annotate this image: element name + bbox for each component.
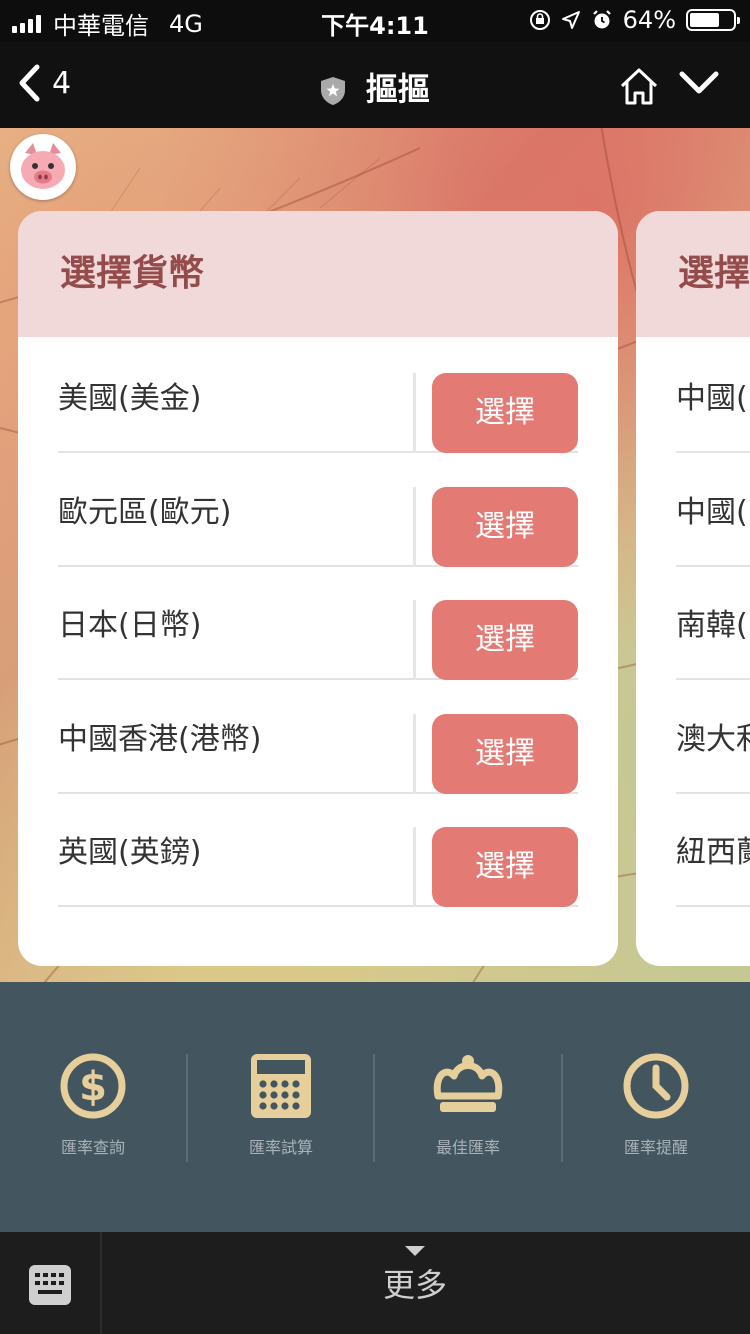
currency-name: 中國( xyxy=(676,495,748,530)
currency-row: 英國(英鎊) 選擇 xyxy=(58,791,578,907)
currency-name: 日本(日幣) xyxy=(58,608,202,643)
select-button[interactable]: 選擇 xyxy=(432,487,578,567)
select-button[interactable]: 選擇 xyxy=(432,827,578,907)
currency-row: 美國(美金) 選擇 xyxy=(58,337,578,453)
currency-row: 澳大利 xyxy=(676,678,750,794)
next-currency-card[interactable]: 選擇 中國( 中國( 南韓( 澳大利 紐西蘭 xyxy=(636,211,750,966)
calculator-icon xyxy=(251,1054,311,1118)
nav-bar: 4 摳摳 xyxy=(0,42,750,128)
currency-name: 英國(英鎊) xyxy=(58,835,202,870)
shield-star-icon xyxy=(321,77,346,105)
tab-rate-calc[interactable]: 匯率試算 xyxy=(188,1042,374,1158)
location-icon xyxy=(561,11,580,29)
tab-label: 最佳匯率 xyxy=(435,1138,500,1157)
tab-label: 匯率提醒 xyxy=(623,1138,688,1157)
currency-row: 中國( xyxy=(676,337,750,453)
home-icon[interactable] xyxy=(618,66,660,106)
divider xyxy=(413,373,416,453)
more-menu-button[interactable]: 更多 xyxy=(0,1246,750,1306)
currency-name: 中國香港(港幣) xyxy=(58,722,262,757)
currency-name: 美國(美金) xyxy=(58,381,202,416)
select-button[interactable]: 選擇 xyxy=(432,600,578,680)
divider xyxy=(413,487,416,567)
dollar-icon: $ xyxy=(60,1053,126,1119)
divider xyxy=(413,827,416,907)
more-label: 更多 xyxy=(382,1266,447,1304)
select-button[interactable]: 選擇 xyxy=(432,714,578,794)
svg-text:$: $ xyxy=(79,1064,107,1110)
avatar[interactable] xyxy=(10,134,76,200)
divider xyxy=(413,600,416,680)
status-bar: 中華電信 4G 下午4:11 64% xyxy=(0,0,750,42)
select-button[interactable]: 選擇 xyxy=(432,373,578,453)
caret-down-icon xyxy=(405,1246,425,1256)
rotation-lock-icon xyxy=(529,10,550,30)
currency-row: 日本(日幣) 選擇 xyxy=(58,564,578,680)
currency-name: 歐元區(歐元) xyxy=(58,495,232,530)
currency-row: 中國香港(港幣) 選擇 xyxy=(58,678,578,794)
currency-name: 紐西蘭 xyxy=(676,835,750,870)
tab-best-rate[interactable]: 最佳匯率 xyxy=(375,1042,561,1158)
currency-row: 紐西蘭 xyxy=(676,791,750,907)
bottom-bar: 更多 xyxy=(0,1232,750,1334)
crown-icon xyxy=(433,1055,503,1112)
alarm-icon xyxy=(592,10,611,29)
currency-row: 南韓( xyxy=(676,564,750,680)
content-area: 選擇貨幣 美國(美金) 選擇 歐元區(歐元) 選擇 日本(日幣) 選擇 中國香港… xyxy=(0,128,750,982)
currency-name: 南韓( xyxy=(676,608,748,643)
clock-icon xyxy=(623,1053,689,1119)
tab-label: 匯率試算 xyxy=(248,1138,313,1157)
battery-icon xyxy=(686,9,740,31)
tab-rate-query[interactable]: $ 匯率查詢 xyxy=(0,1042,186,1158)
divider xyxy=(413,714,416,794)
currency-name: 中國( xyxy=(676,381,748,416)
tab-rate-alert[interactable]: 匯率提醒 xyxy=(563,1042,749,1158)
title-text: 摳摳 xyxy=(365,70,430,108)
currency-name: 澳大利 xyxy=(676,722,750,757)
card-header: 選擇 xyxy=(636,211,750,337)
chevron-down-icon[interactable] xyxy=(678,68,720,98)
battery-percent: 64% xyxy=(622,6,676,34)
currency-row: 中國( xyxy=(676,451,750,567)
tab-label: 匯率查詢 xyxy=(60,1138,125,1157)
pig-icon xyxy=(21,143,65,189)
currency-card: 選擇貨幣 美國(美金) 選擇 歐元區(歐元) 選擇 日本(日幣) 選擇 中國香港… xyxy=(18,211,618,966)
card-header: 選擇貨幣 xyxy=(18,211,618,337)
tab-bar: $ 匯率查詢 匯率試算 最佳匯率 匯率提醒 xyxy=(0,982,750,1232)
currency-row: 歐元區(歐元) 選擇 xyxy=(58,451,578,567)
